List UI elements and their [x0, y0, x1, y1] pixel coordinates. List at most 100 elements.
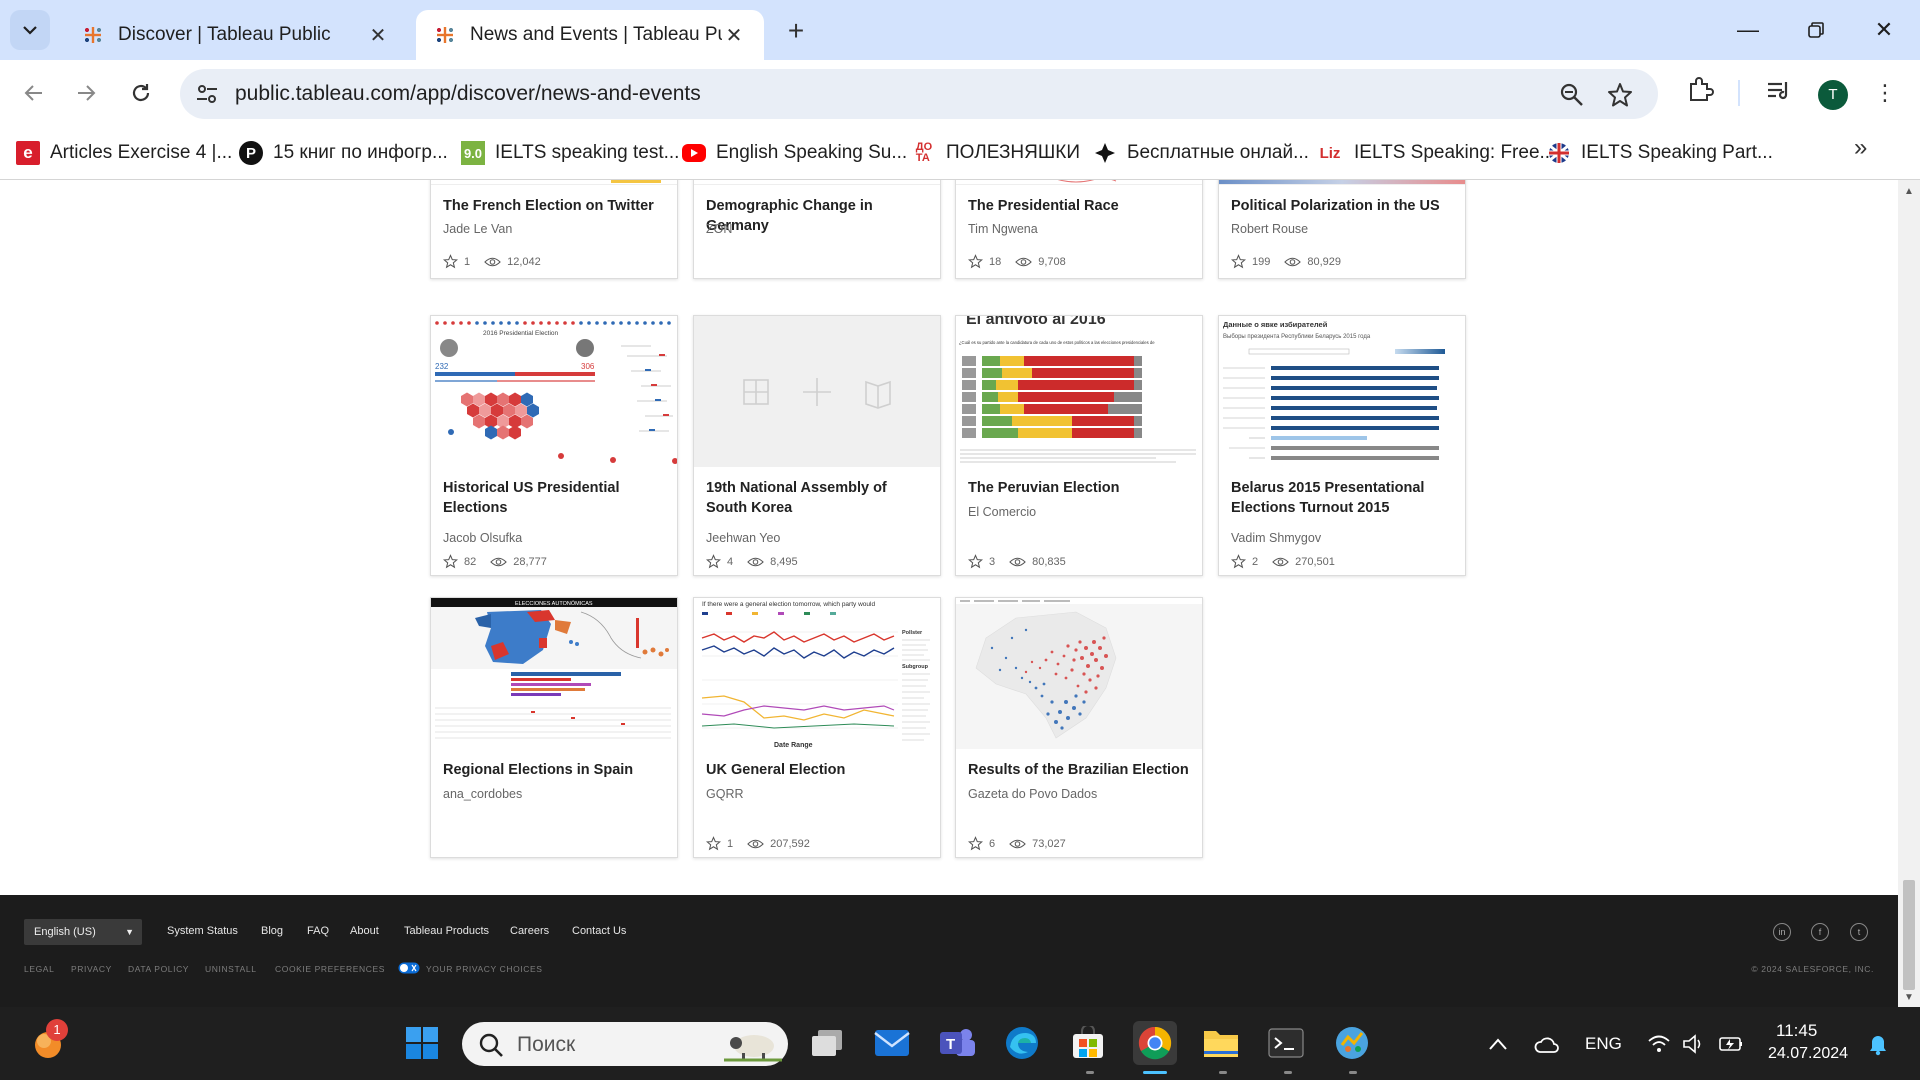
footer-link-faq[interactable]: FAQ [307, 925, 329, 937]
bookmark-item[interactable]: Liz IELTS Speaking: Free... [1316, 138, 1556, 168]
back-button[interactable] [16, 75, 52, 111]
task-view-button[interactable] [805, 1021, 849, 1065]
bookmark-item[interactable]: e Articles Exercise 4 |... [16, 138, 232, 168]
browser-menu-icon[interactable]: ⋮ [1874, 78, 1896, 110]
chrome-app[interactable] [1133, 1021, 1177, 1065]
tab-news-and-events[interactable]: News and Events | Tableau Publ ✕ [416, 10, 764, 60]
close-tab-icon[interactable]: ✕ [366, 23, 390, 48]
tableau-app[interactable] [1330, 1021, 1374, 1065]
battery-charging-icon[interactable] [1718, 1034, 1744, 1054]
footer-cookie-preferences-link[interactable]: COOKIE PREFERENCES [275, 964, 385, 974]
star-bookmark-icon[interactable] [1606, 81, 1634, 109]
viz-author[interactable]: Gazeta do Povo Dados [968, 787, 1097, 801]
viz-author[interactable]: ZON [706, 222, 732, 236]
clock-date[interactable]: 24.07.2024 [1768, 1045, 1848, 1063]
viz-title[interactable]: Historical US Presidential Elections [443, 478, 667, 518]
more-bookmarks-icon[interactable]: » [1854, 134, 1867, 162]
bookmark-item[interactable]: 9.0 IELTS speaking test... [461, 138, 679, 168]
viz-title[interactable]: The French Election on Twitter [443, 196, 667, 216]
viz-card[interactable]: El antivoto al 2016 ¿Cuál es su partido … [955, 315, 1203, 576]
viz-thumbnail[interactable] [694, 180, 940, 185]
notification-bell-icon[interactable] [1868, 1034, 1888, 1056]
viz-title[interactable]: Demographic Change in Germany [706, 196, 930, 236]
edge-app[interactable] [1000, 1021, 1044, 1065]
viz-card[interactable]: If there were a general election tomorro… [693, 597, 941, 858]
viz-title[interactable]: Results of the Brazilian Election [968, 760, 1192, 780]
close-window-button[interactable]: ✕ [1864, 12, 1904, 48]
viz-author[interactable]: Vadim Shmygov [1231, 531, 1321, 545]
footer-privacy-link[interactable]: PRIVACY [71, 964, 112, 974]
star-icon[interactable] [968, 836, 983, 851]
tab-discover[interactable]: Discover | Tableau Public ✕ [64, 10, 408, 60]
footer-link-careers[interactable]: Careers [510, 925, 549, 937]
viz-thumbnail[interactable]: 2016 Presidential Election 232 306 [431, 316, 677, 467]
linkedin-icon[interactable]: in [1773, 923, 1791, 941]
viz-card[interactable]: Results of the Brazilian Election Gazeta… [955, 597, 1203, 858]
facebook-icon[interactable]: f [1811, 923, 1829, 941]
star-icon[interactable] [443, 254, 458, 269]
viz-title[interactable]: UK General Election [706, 760, 930, 780]
minimize-button[interactable]: — [1728, 12, 1768, 48]
close-tab-icon[interactable]: ✕ [722, 23, 746, 48]
viz-card[interactable]: ELECCIONES AUTONÓMICAS Regional Election… [430, 597, 678, 858]
viz-card[interactable]: Political Polarization in the US Robert … [1218, 180, 1466, 279]
onedrive-cloud-icon[interactable] [1534, 1035, 1560, 1055]
address-bar[interactable]: public.tableau.com/app/discover/news-and… [180, 69, 1658, 119]
page-scrollbar[interactable]: ▲ ▼ [1898, 180, 1920, 1007]
viz-author[interactable]: ana_cordobes [443, 787, 522, 801]
tab-search-button[interactable] [10, 10, 50, 50]
star-icon[interactable] [443, 554, 458, 569]
bookmark-item[interactable]: English Speaking Su... [682, 138, 907, 168]
bookmark-item[interactable]: IELTS Speaking Part... [1547, 138, 1773, 168]
profile-avatar[interactable]: T [1818, 80, 1848, 110]
footer-link-tableau-products[interactable]: Tableau Products [404, 925, 489, 937]
viz-card[interactable]: Demographic Change in Germany ZON [693, 180, 941, 279]
viz-title[interactable]: Belarus 2015 Presentational Elections Tu… [1231, 478, 1455, 518]
viz-thumbnail[interactable]: If there were a general election tomorro… [694, 598, 940, 749]
viz-author[interactable]: Tim Ngwena [968, 222, 1038, 236]
viz-thumbnail-placeholder[interactable] [694, 316, 940, 467]
viz-thumbnail[interactable]: Данные о явке избирателей Выборы президе… [1219, 316, 1465, 467]
viz-card[interactable]: Данные о явке избирателей Выборы президе… [1218, 315, 1466, 576]
zoom-icon[interactable] [1558, 81, 1586, 109]
footer-data-policy-link[interactable]: DATA POLICY [128, 964, 189, 974]
viz-card[interactable]: The Presidential Race Tim Ngwena 18 9,70… [955, 180, 1203, 279]
footer-link-about[interactable]: About [350, 925, 379, 937]
scroll-up-icon[interactable]: ▲ [1904, 186, 1914, 197]
bookmark-item[interactable]: P 15 книг по инфогр... [239, 138, 448, 168]
viz-author[interactable]: Jeehwan Yeo [706, 531, 780, 545]
scrollbar-thumb[interactable] [1903, 880, 1915, 990]
footer-link-blog[interactable]: Blog [261, 925, 283, 937]
footer-uninstall-link[interactable]: UNINSTALL [205, 964, 257, 974]
viz-title[interactable]: 19th National Assembly of South Korea [706, 478, 930, 518]
viz-thumbnail[interactable] [956, 598, 1202, 749]
new-tab-button[interactable]: + [778, 14, 814, 50]
viz-thumbnail[interactable] [956, 180, 1202, 185]
viz-thumbnail[interactable] [1219, 180, 1465, 185]
star-icon[interactable] [1231, 254, 1246, 269]
viz-author[interactable]: Jacob Olsufka [443, 531, 522, 545]
chevron-up-icon[interactable] [1488, 1037, 1508, 1051]
viz-thumbnail[interactable] [431, 180, 677, 185]
viz-author[interactable]: GQRR [706, 787, 744, 801]
teams-app[interactable]: T [935, 1021, 979, 1065]
twitter-icon[interactable]: t [1850, 923, 1868, 941]
volume-icon[interactable] [1682, 1034, 1704, 1054]
scroll-down-icon[interactable]: ▼ [1904, 992, 1914, 1003]
clock-time[interactable]: 11:45 [1776, 1021, 1817, 1041]
viz-author[interactable]: El Comercio [968, 505, 1036, 519]
forward-button[interactable] [68, 75, 104, 111]
footer-link-contact-us[interactable]: Contact Us [572, 925, 626, 937]
site-info-icon[interactable] [194, 81, 220, 107]
input-language[interactable]: ENG [1585, 1034, 1622, 1054]
bookmark-item[interactable]: ДО ТА ПОЛЕЗНЯШКИ [912, 138, 1080, 168]
mail-app[interactable] [870, 1021, 914, 1065]
viz-thumbnail[interactable]: ELECCIONES AUTONÓMICAS [431, 598, 677, 749]
footer-link-system-status[interactable]: System Status [167, 925, 238, 937]
file-explorer-app[interactable] [1199, 1021, 1243, 1065]
start-button[interactable] [400, 1021, 444, 1065]
viz-author[interactable]: Robert Rouse [1231, 222, 1308, 236]
privacy-choices-toggle-icon[interactable] [398, 962, 420, 974]
language-select[interactable]: English (US) ▼ [24, 919, 142, 945]
footer-privacy-choices-link[interactable]: YOUR PRIVACY CHOICES [426, 964, 543, 974]
